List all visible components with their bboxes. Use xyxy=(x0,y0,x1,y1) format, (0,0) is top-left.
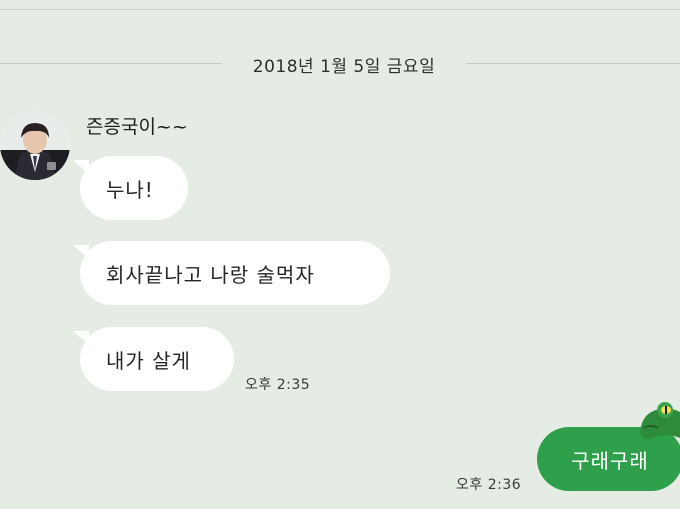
sender-name: 즌증국이~~ xyxy=(86,116,188,138)
incoming-message-bubble[interactable]: 누나! xyxy=(73,156,188,220)
frog-sticker-icon xyxy=(640,402,680,440)
message-text: 누나! xyxy=(106,177,154,202)
date-label: 2018년 1월 5일 금요일 xyxy=(252,57,436,77)
date-divider: 2018년 1월 5일 금요일 xyxy=(0,50,680,78)
avatar-photo-icon xyxy=(0,110,70,180)
top-divider xyxy=(0,9,680,10)
outgoing-timestamp: 오후 2:36 xyxy=(456,477,522,493)
incoming-message-bubble[interactable]: 내가 살게 xyxy=(73,327,234,391)
message-text: 내가 살게 xyxy=(106,348,191,373)
date-divider-line-right xyxy=(466,63,680,64)
incoming-message-bubble[interactable]: 회사끝나고 나랑 술먹자 xyxy=(73,241,390,305)
incoming-timestamp: 오후 2:35 xyxy=(245,377,311,393)
avatar[interactable] xyxy=(0,110,70,180)
message-text: 구래구래 xyxy=(571,448,649,473)
message-text: 회사끝나고 나랑 술먹자 xyxy=(106,262,315,287)
date-divider-line-left xyxy=(0,63,222,64)
